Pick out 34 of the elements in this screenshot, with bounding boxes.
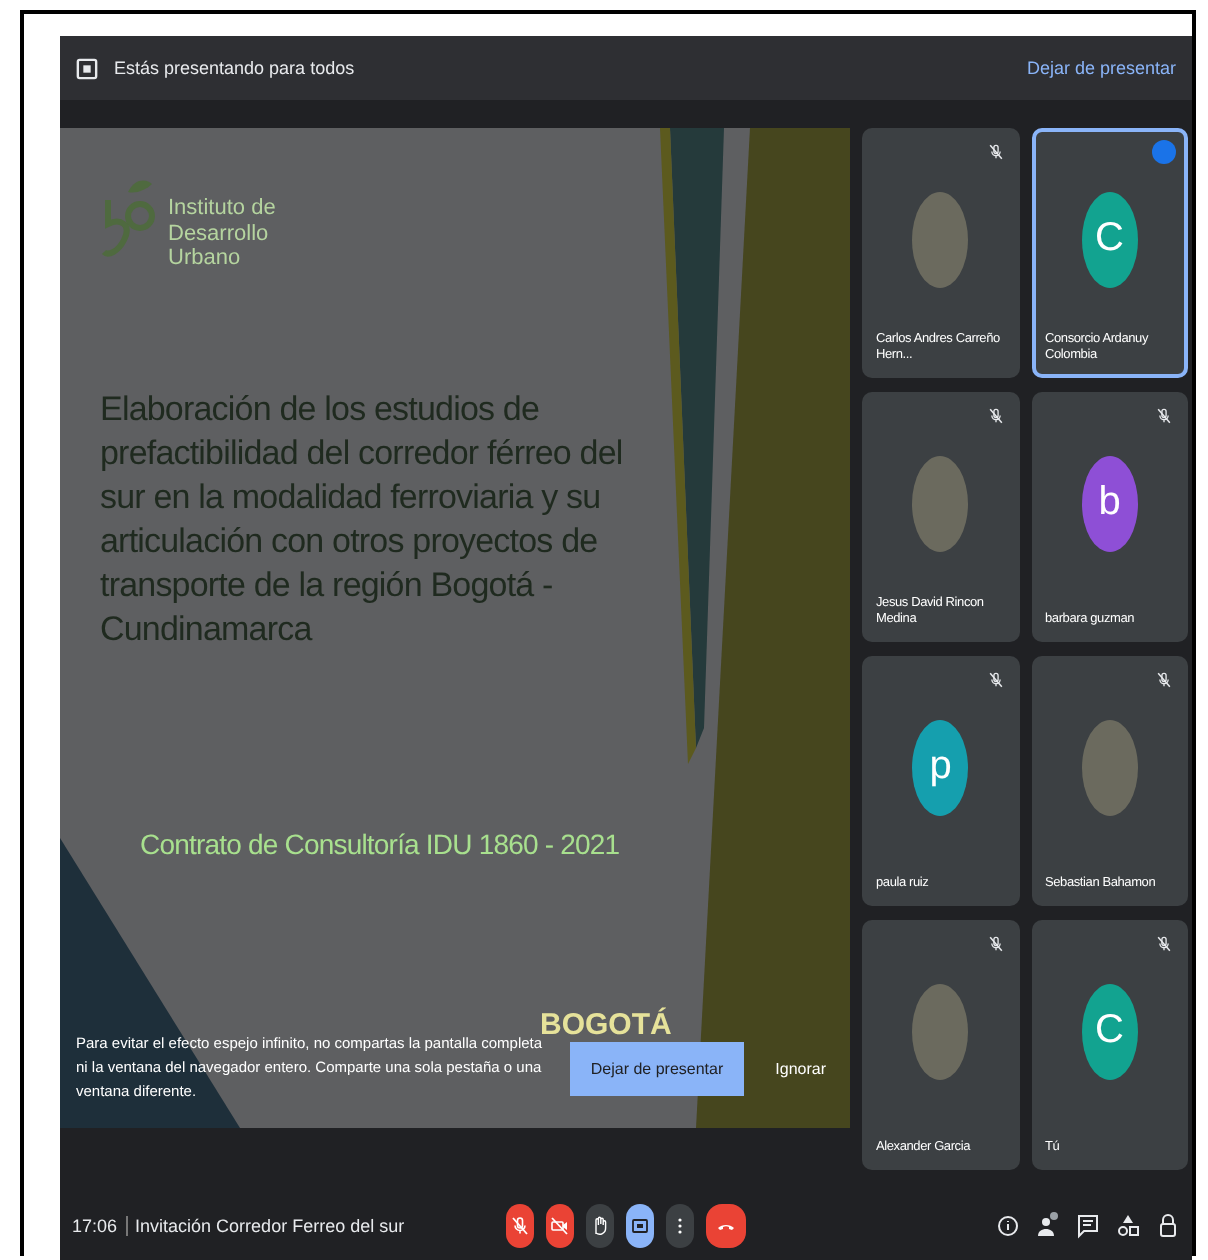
slide-title: Elaboración de los estudios de prefactibilidad del corredor férreo del sur en la modalidad ferroviaria y su articulación con otros proyectos de transporte de la región Bogotá - Cundinamarca [100,388,625,653]
hand-button[interactable] [586,1204,614,1248]
avatar: C [1081,191,1138,287]
mic-off-icon [508,1214,532,1238]
photo-placeholder [912,455,969,551]
lock-icon[interactable] [1156,1212,1180,1240]
present-icon [76,57,98,79]
chat-icon[interactable] [1076,1212,1100,1240]
mic-button[interactable] [506,1204,534,1248]
footer-logo-text: BOGOTÁ [540,1008,672,1042]
camera-off-icon [548,1214,572,1238]
slide-subtitle: Contrato de Consultoría IDU 1860 - 2021 [140,828,620,860]
camera-button[interactable] [546,1204,574,1248]
banner-message: Estás presentando para todos [114,58,357,78]
more-button[interactable] [666,1204,694,1248]
stop-presenting-link[interactable]: Dejar de presentar [1026,58,1176,78]
hangup-button[interactable] [706,1204,746,1248]
ignore-button[interactable]: Ignorar [767,1051,834,1085]
people-icon[interactable] [1036,1212,1060,1240]
logo-text: Instituto de Desarrollo Urbano [168,196,278,272]
present-button[interactable] [626,1204,654,1248]
info-icon[interactable] [996,1212,1020,1240]
photo-placeholder [912,983,969,1079]
present-icon [628,1214,652,1238]
avatar: p [912,719,969,815]
speaking-indicator [1152,140,1176,164]
meeting-title: Invitación Corredor Ferreo del sur [135,1216,405,1236]
avatar: b [1081,455,1138,551]
meeting-time: 17:06 [72,1216,118,1236]
photo-placeholder [1081,719,1138,815]
avatar: C [1081,983,1138,1079]
stop-presenting-button[interactable]: Dejar de presentar [570,1041,744,1095]
shapes-icon[interactable] [1116,1212,1140,1240]
photo-placeholder [912,191,969,287]
